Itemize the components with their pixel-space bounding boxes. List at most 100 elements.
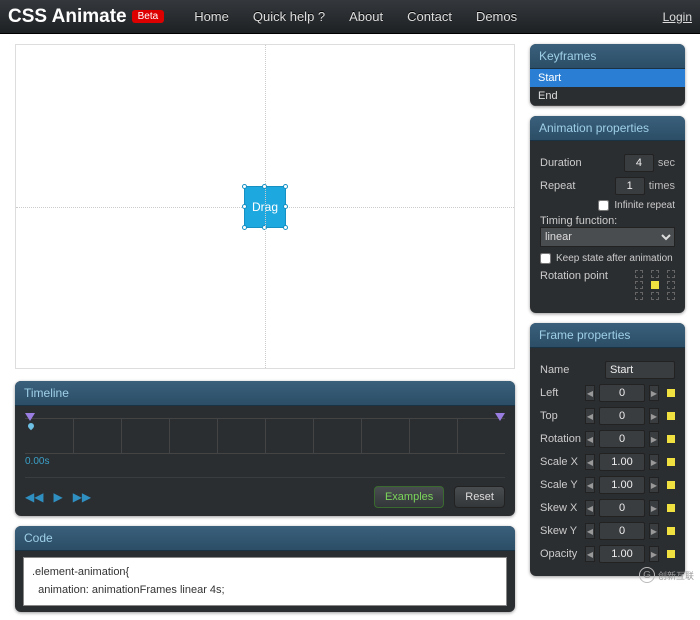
frame-Opacity-inc[interactable]: ▶ bbox=[649, 546, 659, 562]
watermark-text: 创新互联 bbox=[658, 569, 694, 582]
frame-Rotation-inc[interactable]: ▶ bbox=[649, 431, 659, 447]
nav-contact[interactable]: Contact bbox=[395, 9, 464, 24]
frame-Rotation-keyed-icon[interactable] bbox=[667, 435, 675, 443]
repeat-input[interactable] bbox=[615, 177, 645, 195]
frame-Left-inc[interactable]: ▶ bbox=[649, 385, 659, 401]
frame-Skew Y-input[interactable] bbox=[599, 522, 645, 540]
keyframe-marker-start[interactable] bbox=[25, 413, 35, 421]
frame-Rotation-input[interactable] bbox=[599, 430, 645, 448]
frame-Opacity-keyed-icon[interactable] bbox=[667, 550, 675, 558]
timeline-time: 0.00s bbox=[25, 456, 505, 467]
duration-unit: sec bbox=[658, 157, 675, 169]
nav-home[interactable]: Home bbox=[182, 9, 241, 24]
keyframe-item-end[interactable]: End bbox=[530, 87, 685, 106]
frame-Left-dec[interactable]: ◀ bbox=[585, 385, 595, 401]
frame-Skew Y-dec[interactable]: ◀ bbox=[585, 523, 595, 539]
frame-Top-dec[interactable]: ◀ bbox=[585, 408, 595, 424]
frame-Skew X-input[interactable] bbox=[599, 499, 645, 517]
examples-button[interactable]: Examples bbox=[374, 486, 444, 508]
frame-Scale X-dec[interactable]: ◀ bbox=[585, 454, 595, 470]
frame-Left-input[interactable] bbox=[599, 384, 645, 402]
play-button[interactable]: ▶ bbox=[53, 490, 62, 504]
drag-element[interactable]: Drag bbox=[244, 186, 286, 228]
frame-Skew Y-keyed-icon[interactable] bbox=[667, 527, 675, 535]
resize-handle-b[interactable] bbox=[262, 225, 267, 230]
frame-Rotation-dec[interactable]: ◀ bbox=[585, 431, 595, 447]
rotation-point-label: Rotation point bbox=[540, 270, 608, 282]
frame-Scale Y-input[interactable] bbox=[599, 476, 645, 494]
frame-Scale X-keyed-icon[interactable] bbox=[667, 458, 675, 466]
frame-Scale X-inc[interactable]: ▶ bbox=[649, 454, 659, 470]
frame-Skew X-inc[interactable]: ▶ bbox=[649, 500, 659, 516]
frame-scalex-label: Scale X bbox=[540, 456, 578, 468]
frame-skewx-label: Skew X bbox=[540, 502, 577, 514]
login-link[interactable]: Login bbox=[663, 10, 692, 24]
keyframes-panel: Keyframes Start End bbox=[530, 44, 685, 106]
playhead[interactable] bbox=[27, 422, 35, 430]
frame-name-label: Name bbox=[540, 364, 569, 376]
frame-Scale Y-inc[interactable]: ▶ bbox=[649, 477, 659, 493]
code-panel: Code .element-animation{ animation: anim… bbox=[15, 526, 515, 612]
frame-Opacity-input[interactable] bbox=[599, 545, 645, 563]
nav-demos[interactable]: Demos bbox=[464, 9, 529, 24]
frame-Left-keyed-icon[interactable] bbox=[667, 389, 675, 397]
frame-Opacity-dec[interactable]: ◀ bbox=[585, 546, 595, 562]
frame-Top-inc[interactable]: ▶ bbox=[649, 408, 659, 424]
keyframe-item-start[interactable]: Start bbox=[530, 69, 685, 87]
frame-Scale Y-dec[interactable]: ◀ bbox=[585, 477, 595, 493]
code-output[interactable]: .element-animation{ animation: animation… bbox=[23, 557, 507, 606]
animation-canvas[interactable]: Drag bbox=[15, 44, 515, 369]
logo: CSS Animate Beta bbox=[8, 6, 164, 28]
frame-scaley-label: Scale Y bbox=[540, 479, 578, 491]
frame-rotation-label: Rotation bbox=[540, 433, 581, 445]
keep-state-checkbox[interactable] bbox=[540, 253, 551, 264]
resize-handle-br[interactable] bbox=[283, 225, 288, 230]
timeline-panel: Timeline 0.00s ◀◀ ▶ ▶▶ bbox=[15, 381, 515, 516]
frame-left-label: Left bbox=[540, 387, 558, 399]
timeline-title: Timeline bbox=[15, 381, 515, 406]
watermark-icon: G bbox=[639, 567, 655, 583]
duration-input[interactable] bbox=[624, 154, 654, 172]
infinite-repeat-checkbox[interactable] bbox=[598, 200, 609, 211]
resize-handle-l[interactable] bbox=[242, 204, 247, 209]
frame-Skew Y-inc[interactable]: ▶ bbox=[649, 523, 659, 539]
frame-top-label: Top bbox=[540, 410, 558, 422]
resize-handle-t[interactable] bbox=[262, 184, 267, 189]
animation-properties-title: Animation properties bbox=[530, 116, 685, 141]
timeline-track[interactable] bbox=[25, 418, 505, 454]
topbar: CSS Animate Beta Home Quick help ? About… bbox=[0, 0, 700, 34]
resize-handle-tr[interactable] bbox=[283, 184, 288, 189]
frame-Skew X-dec[interactable]: ◀ bbox=[585, 500, 595, 516]
keyframe-marker-end[interactable] bbox=[495, 413, 505, 421]
logo-text: CSS Animate bbox=[8, 6, 127, 28]
frame-Top-input[interactable] bbox=[599, 407, 645, 425]
code-title: Code bbox=[15, 526, 515, 551]
frame-properties-title: Frame properties bbox=[530, 323, 685, 348]
nav-quickhelp[interactable]: Quick help ? bbox=[241, 9, 337, 24]
reset-button[interactable]: Reset bbox=[454, 486, 505, 508]
frame-name-input[interactable] bbox=[605, 361, 675, 379]
frame-Scale X-input[interactable] bbox=[599, 453, 645, 471]
watermark: G 创新互联 bbox=[639, 567, 694, 583]
infinite-repeat-label: Infinite repeat bbox=[614, 200, 675, 211]
beta-badge: Beta bbox=[132, 10, 165, 23]
frame-properties-panel: Frame properties Name Left ◀ ▶ Top ◀ ▶ Rotatio… bbox=[530, 323, 685, 576]
resize-handle-r[interactable] bbox=[283, 204, 288, 209]
repeat-unit: times bbox=[649, 180, 675, 192]
drag-label: Drag bbox=[252, 200, 278, 214]
timing-function-select[interactable]: linear bbox=[540, 227, 675, 247]
rewind-button[interactable]: ◀◀ bbox=[25, 490, 43, 504]
keep-state-label: Keep state after animation bbox=[556, 253, 673, 264]
duration-label: Duration bbox=[540, 157, 582, 169]
repeat-label: Repeat bbox=[540, 180, 575, 192]
nav-about[interactable]: About bbox=[337, 9, 395, 24]
frame-Scale Y-keyed-icon[interactable] bbox=[667, 481, 675, 489]
frame-Skew X-keyed-icon[interactable] bbox=[667, 504, 675, 512]
timing-function-label: Timing function: bbox=[540, 215, 675, 227]
frame-skewy-label: Skew Y bbox=[540, 525, 577, 537]
frame-Top-keyed-icon[interactable] bbox=[667, 412, 675, 420]
rotation-point-picker[interactable] bbox=[635, 270, 675, 300]
forward-button[interactable]: ▶▶ bbox=[73, 490, 91, 504]
resize-handle-bl[interactable] bbox=[242, 225, 247, 230]
resize-handle-tl[interactable] bbox=[242, 184, 247, 189]
